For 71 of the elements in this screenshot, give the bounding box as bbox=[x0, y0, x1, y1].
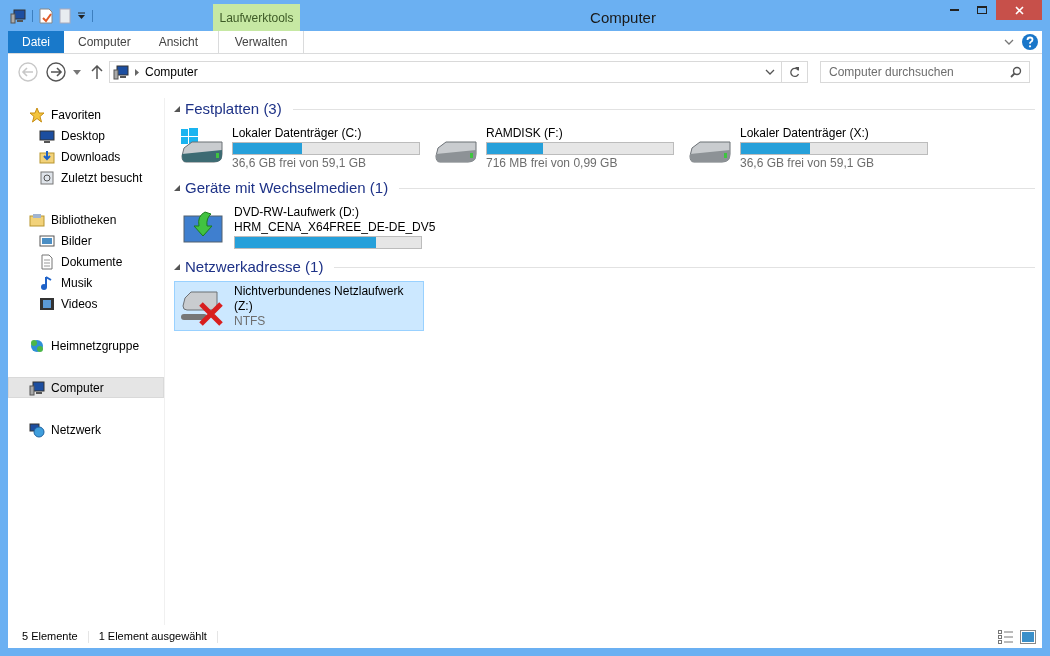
disc-drive-icon bbox=[183, 210, 223, 244]
drive-tile[interactable]: RAMDISK (F:) 716 MB frei von 0,99 GB bbox=[428, 123, 678, 173]
forward-icon[interactable] bbox=[46, 62, 66, 82]
document-icon bbox=[39, 253, 55, 270]
selection-status: 1 Element ausgewählt bbox=[98, 629, 207, 645]
network-globe-icon bbox=[29, 421, 45, 438]
sidebar-item[interactable]: Netzwerk bbox=[8, 419, 164, 440]
group-header[interactable]: Festplatten (3) bbox=[185, 97, 282, 121]
drive-tile[interactable]: Lokaler Datenträger (X:) 36,6 GB frei von 59,1 GB bbox=[682, 123, 932, 173]
drive-tile[interactable]: Nichtverbundenes Netzlaufwerk (Z:) NTFS bbox=[174, 281, 424, 331]
sidebar-item[interactable]: Bilder bbox=[8, 230, 164, 251]
tiles-view-icon[interactable] bbox=[1020, 629, 1036, 644]
dropdown-icon[interactable] bbox=[77, 12, 86, 20]
homegroup-icon bbox=[29, 337, 45, 354]
sidebar-item[interactable]: Downloads bbox=[8, 146, 164, 167]
sidebar-item[interactable]: Bibliotheken bbox=[8, 209, 164, 230]
pictures-icon bbox=[39, 232, 55, 249]
refresh-icon bbox=[789, 66, 800, 78]
sidebar-item[interactable]: Musik bbox=[8, 272, 164, 293]
drive-name: Lokaler Datenträger (C:) bbox=[232, 126, 363, 141]
desktop-icon bbox=[39, 127, 55, 144]
film-icon bbox=[39, 295, 55, 312]
drive-name: RAMDISK (F:) bbox=[486, 126, 564, 141]
file-tab[interactable]: Datei bbox=[8, 31, 64, 53]
sidebar-item[interactable]: Favoriten bbox=[8, 104, 164, 125]
library-icon bbox=[29, 211, 45, 228]
computer-icon bbox=[10, 8, 26, 24]
drive-detail: NTFS bbox=[234, 314, 267, 329]
collapse-triangle-icon[interactable] bbox=[174, 264, 180, 270]
caret-icon[interactable] bbox=[73, 69, 81, 75]
drive-detail: 36,6 GB frei von 59,1 GB bbox=[740, 156, 876, 171]
item-count: 5 Elemente bbox=[22, 629, 78, 645]
download-folder-icon bbox=[39, 148, 55, 165]
drive-detail: 36,6 GB frei von 59,1 GB bbox=[232, 156, 368, 171]
sidebar-item[interactable]: Zuletzt besucht bbox=[8, 167, 164, 188]
help-icon[interactable] bbox=[1022, 34, 1038, 50]
drive-tile[interactable]: Lokaler Datenträger (C:) 36,6 GB frei von 59,1 GB bbox=[174, 123, 424, 173]
drive-name: Nichtverbundenes Netzlaufwerk (Z:) bbox=[234, 284, 405, 314]
computer-icon bbox=[29, 379, 45, 396]
refresh-button[interactable] bbox=[782, 61, 808, 83]
address-path[interactable]: Computer bbox=[145, 63, 198, 81]
ribbon-tab[interactable]: Ansicht bbox=[144, 31, 213, 53]
computer-icon bbox=[113, 64, 129, 80]
drive-detail: 716 MB frei von 0,99 GB bbox=[486, 156, 619, 171]
drive-tile[interactable]: DVD-RW-Laufwerk (D:) HRM_CENA_X64FREE_DE-DE_DV5 bbox=[174, 202, 440, 252]
address-field[interactable]: Computer bbox=[109, 61, 782, 83]
properties-icon[interactable] bbox=[39, 8, 53, 24]
window-title: Computer bbox=[589, 8, 657, 28]
drive-name: DVD-RW-Laufwerk (D:) bbox=[234, 205, 360, 220]
search-icon bbox=[1010, 66, 1022, 78]
search-field[interactable]: Computer durchsuchen bbox=[820, 61, 1030, 83]
drive-name: Lokaler Datenträger (X:) bbox=[740, 126, 870, 141]
ribbon-tab[interactable]: Computer bbox=[64, 31, 145, 53]
group-header[interactable]: Geräte mit Wechselmedien (1) bbox=[185, 176, 389, 200]
volume-label: HRM_CENA_X64FREE_DE-DE_DV5 bbox=[234, 220, 436, 235]
close-icon bbox=[1014, 5, 1024, 15]
up-arrow-icon[interactable] bbox=[91, 65, 103, 79]
details-view-icon[interactable] bbox=[998, 629, 1014, 644]
contextual-tab-label: Laufwerktools bbox=[213, 4, 300, 31]
group-header[interactable]: Netzwerkadresse (1) bbox=[185, 255, 324, 279]
sidebar-item[interactable]: Videos bbox=[8, 293, 164, 314]
chevron-down-icon[interactable] bbox=[1004, 39, 1014, 45]
star-icon bbox=[29, 106, 45, 123]
sidebar-item[interactable]: Dokumente bbox=[8, 251, 164, 272]
sidebar-item[interactable]: Desktop bbox=[8, 125, 164, 146]
collapse-triangle-icon[interactable] bbox=[174, 106, 180, 112]
sidebar-item[interactable]: Computer bbox=[8, 377, 164, 398]
sidebar-item[interactable]: Heimnetzgruppe bbox=[8, 335, 164, 356]
chevron-down-icon[interactable] bbox=[765, 69, 775, 75]
collapse-triangle-icon[interactable] bbox=[174, 185, 180, 191]
breadcrumb-arrow-icon bbox=[135, 68, 139, 76]
